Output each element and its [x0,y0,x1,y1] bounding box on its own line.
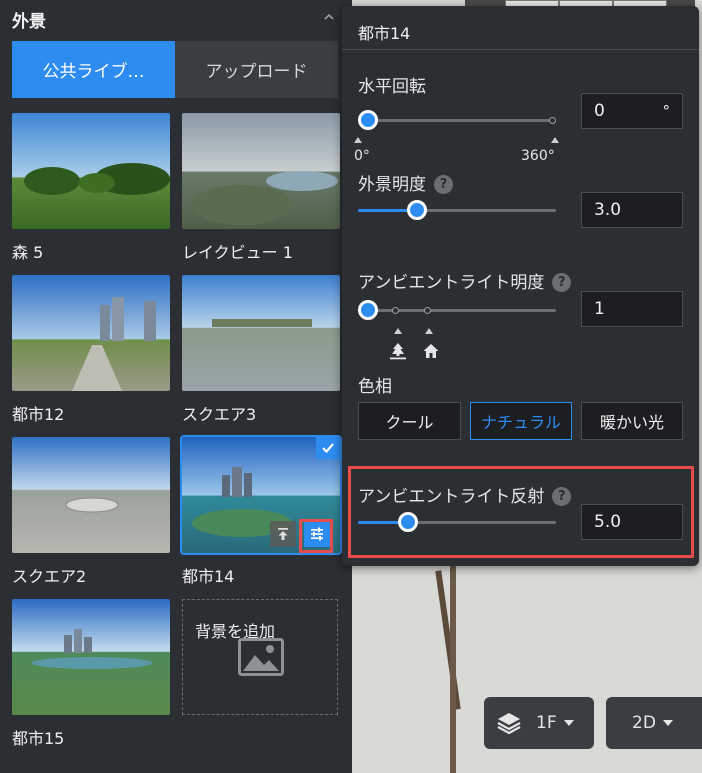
ambient-brightness-label: アンビエントライト明度 [358,273,545,293]
tab-public-library[interactable]: 公共ライブ… [12,41,175,98]
background-thumbnail[interactable] [12,437,170,553]
add-background-button[interactable]: 背景を追加 [182,599,338,715]
background-settings-popover: 都市14 水平回転 0° 360° 0 ° 外景明度? 3.0 アンビエントライ… [342,6,699,566]
background-card-label: レイクビュー 1 [182,243,293,262]
background-thumbnail[interactable] [182,275,340,391]
rotation-slider[interactable] [358,110,556,130]
tree-icon [390,343,406,360]
hue-label: 色相 [358,377,392,397]
image-icon [238,638,284,676]
background-card[interactable]: レイクビュー 1 [182,113,340,263]
background-thumbnail[interactable] [12,113,170,229]
library-header: 外景 [0,0,345,36]
divider [342,49,699,50]
hue-natural-button[interactable]: ナチュラル [470,402,572,440]
min-marker-icon [354,137,362,143]
indoor-marker-icon [425,328,433,334]
slider-track [358,119,556,122]
background-card-label: スクエア2 [12,567,87,586]
rotation-min-label: 0° [354,148,370,164]
library-tabs: 公共ライブ… アップロード [12,41,338,98]
chevron-up-icon[interactable] [322,10,336,24]
slider-stop [392,307,399,314]
background-card-label: 森 5 [12,243,44,262]
background-card[interactable]: スクエア3 [182,275,340,425]
background-thumbnail[interactable] [182,113,340,229]
background-card[interactable]: 都市12 [12,275,170,425]
slider-stop [549,117,556,124]
ambient-brightness-section: アンビエントライト明度? [358,268,572,293]
rotation-label: 水平回転 [358,77,426,97]
slider-stop [424,307,431,314]
tab-upload[interactable]: アップロード [175,41,338,98]
background-card-selected[interactable]: 都市14 [180,435,342,587]
chevron-down-icon [662,720,673,726]
hue-warm-button[interactable]: 暖かい光 [581,402,683,440]
background-card[interactable]: 森 5 [12,113,170,263]
brightness-section: 外景明度? [358,170,453,195]
library-title: 外景 [12,12,46,32]
lakeview-thumbnail-image [182,113,340,229]
rotation-input[interactable]: 0 ° [581,93,683,129]
background-card-label: スクエア3 [182,405,257,424]
hue-cool-button[interactable]: クール [358,402,461,440]
popover-title: 都市14 [358,24,411,43]
square3-thumbnail-image [182,275,340,391]
rotation-max-label: 360° [521,148,555,164]
brightness-label: 外景明度 [358,175,426,195]
ambient-brightness-slider[interactable] [358,300,556,320]
selected-check-icon [316,437,340,459]
wall-segment [435,570,461,710]
view-mode-selector[interactable]: 2D [606,697,702,749]
city15-thumbnail-image [12,599,170,715]
background-thumbnail[interactable] [12,599,170,715]
slider-handle[interactable] [358,300,378,320]
floor-label: 1F [536,713,557,733]
floor-selector[interactable]: 1F [484,697,594,749]
background-library-panel: 外景 公共ライブ… アップロード 森 5 レイクビュー 1 都市12 スクエア3… [0,0,345,773]
forest-thumbnail-image [12,113,170,229]
slider-handle[interactable] [407,200,428,220]
set-top-icon[interactable] [270,521,296,547]
background-card-label: 都市15 [12,729,65,748]
brightness-slider[interactable] [358,200,556,220]
brightness-input[interactable]: 3.0 [581,192,683,228]
background-card-label: 都市12 [12,405,65,424]
city12-thumbnail-image [12,275,170,391]
slider-track [358,309,556,312]
degree-unit: ° [662,102,671,120]
max-marker-icon [551,137,559,143]
wall-segment [450,560,456,773]
help-icon[interactable]: ? [434,175,453,194]
help-icon[interactable]: ? [552,273,572,292]
ambient-brightness-value: 1 [594,299,605,319]
background-card[interactable]: スクエア2 [12,437,170,587]
slider-handle[interactable] [358,110,378,130]
square2-thumbnail-image [12,437,170,553]
background-card[interactable]: 都市15 [12,599,170,749]
outdoor-marker-icon [394,328,402,334]
background-thumbnail[interactable] [12,275,170,391]
brightness-value: 3.0 [594,200,622,220]
chevron-down-icon [563,720,574,726]
home-icon [423,344,439,358]
rotation-value: 0 [594,101,605,121]
background-card-label: 都市14 [182,567,235,586]
adjust-button-highlight [299,519,333,553]
view-mode-label: 2D [632,713,656,733]
ambient-brightness-input[interactable]: 1 [581,291,683,327]
layers-icon [497,713,521,735]
ambient-reflection-highlight [348,466,694,558]
